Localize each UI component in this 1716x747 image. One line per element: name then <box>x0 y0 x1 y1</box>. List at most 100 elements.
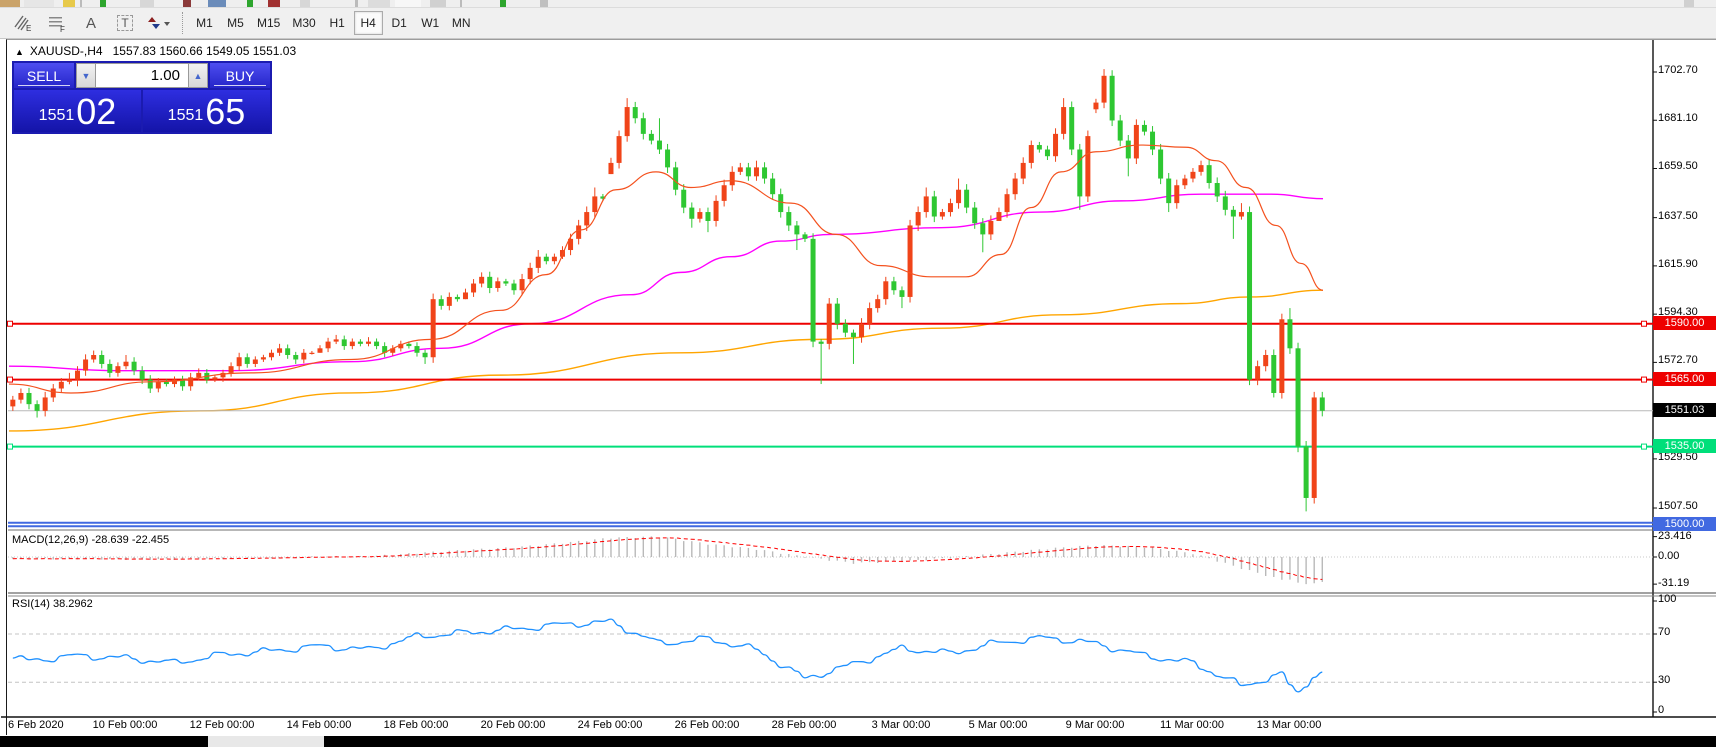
chart-window[interactable]: ▲ XAUUSD-,H4 1557.83 1560.66 1549.05 1551… <box>6 39 1716 735</box>
candle-body <box>916 212 921 225</box>
price-axis-tick: 1572.70 <box>1658 354 1698 366</box>
candle-body <box>714 201 719 221</box>
candle-body <box>811 239 816 342</box>
candle-body <box>705 212 710 221</box>
hline-drag-handle[interactable] <box>1642 321 1647 326</box>
candle-body <box>1166 179 1171 204</box>
candle-body <box>1239 212 1244 216</box>
price-badge: 1535.00 <box>1653 439 1716 453</box>
candle-body <box>261 357 266 359</box>
hline-drag-handle[interactable] <box>1642 377 1647 382</box>
candle-body <box>326 342 331 349</box>
candle-body <box>908 225 913 296</box>
one-click-trading-panel: SELL ▼ 1.00 ▲ BUY 1551 02 1551 65 <box>12 61 272 134</box>
candle-body <box>851 333 856 337</box>
candle-body <box>334 339 339 341</box>
buy-price-display[interactable]: 1551 65 <box>143 90 270 132</box>
candle-body <box>1134 125 1139 159</box>
time-axis-label: 12 Feb 00:00 <box>190 719 255 731</box>
hline-drag-handle[interactable] <box>8 444 13 449</box>
candle-body <box>301 353 306 360</box>
candle-body <box>770 179 775 195</box>
volume-decrease-button[interactable]: ▼ <box>76 63 96 88</box>
price-axis-tick: 1529.50 <box>1658 451 1698 463</box>
candle-body <box>956 190 961 203</box>
price-badge: 1551.03 <box>1653 403 1716 417</box>
rsi-axis-tick: 100 <box>1658 593 1676 605</box>
sell-price-display[interactable]: 1551 02 <box>14 90 141 132</box>
price-axis-tick: 1702.70 <box>1658 64 1698 76</box>
candle-body <box>455 297 460 299</box>
candle-body <box>1053 134 1058 156</box>
candle-body <box>1093 103 1098 110</box>
time-axis-label: 6 Feb 2020 <box>8 719 64 731</box>
candle-body <box>1263 355 1268 366</box>
candle-body <box>350 342 355 346</box>
candle-body <box>406 344 411 346</box>
candle-body <box>786 212 791 225</box>
candle-body <box>164 382 169 384</box>
buy-button[interactable]: BUY <box>210 63 270 88</box>
candle-body <box>1279 319 1284 393</box>
time-axis-label: 24 Feb 00:00 <box>578 719 643 731</box>
time-axis-label: 11 Mar 00:00 <box>1160 719 1224 731</box>
candle-body <box>625 107 630 136</box>
candle-body <box>1069 107 1074 149</box>
candle-body <box>1287 319 1292 348</box>
candle-body <box>1231 210 1236 217</box>
symbol-ohlc-text: XAUUSD-,H4 1557.83 1560.66 1549.05 1551.… <box>30 44 296 58</box>
sell-button[interactable]: SELL <box>14 63 74 88</box>
sell-price-big-digits: 02 <box>76 93 116 131</box>
candle-body <box>819 342 824 344</box>
candle-body <box>1296 348 1301 446</box>
candle-body <box>576 225 581 238</box>
time-axis-label: 14 Feb 00:00 <box>287 719 352 731</box>
candle-body <box>1110 76 1115 121</box>
hline-drag-handle[interactable] <box>8 321 13 326</box>
status-bar-segment <box>208 736 324 747</box>
hline-drag-handle[interactable] <box>8 377 13 382</box>
candle-body <box>1304 447 1309 498</box>
time-axis-label: 28 Feb 00:00 <box>772 719 837 731</box>
candle-body <box>91 355 96 359</box>
candle-body <box>867 308 872 324</box>
buy-price-small-digits: 1551 <box>168 101 204 131</box>
candle-body <box>1223 196 1228 209</box>
candle-body <box>495 281 500 288</box>
candle-body <box>722 185 727 201</box>
time-axis-label: 9 Mar 00:00 <box>1066 719 1125 731</box>
candle-body <box>439 299 444 306</box>
candle-body <box>1207 165 1212 183</box>
volume-increase-button[interactable]: ▲ <box>188 63 208 88</box>
hline-drag-handle[interactable] <box>1642 444 1647 449</box>
rsi-axis-tick: 30 <box>1658 674 1670 686</box>
candle-body <box>43 397 48 410</box>
candle-body <box>988 221 993 234</box>
volume-input[interactable]: 1.00 <box>96 63 188 88</box>
candle-body <box>99 355 104 364</box>
candle-body <box>1320 397 1325 410</box>
candle-body <box>1102 76 1107 103</box>
candle-body <box>891 281 896 290</box>
collapse-triangle-icon[interactable]: ▲ <box>15 47 24 57</box>
candle-body <box>487 277 492 288</box>
candle-body <box>932 196 937 216</box>
candle-body <box>132 362 137 371</box>
time-axis-label: 5 Mar 00:00 <box>969 719 1028 731</box>
candle-body <box>608 163 613 174</box>
candle-body <box>1255 366 1260 379</box>
candle-body <box>972 208 977 224</box>
candle-body <box>447 297 452 306</box>
candle-body <box>802 234 807 238</box>
candle-body <box>584 212 589 225</box>
candle-body <box>1215 183 1220 196</box>
candle-body <box>689 208 694 219</box>
candle-body <box>778 194 783 212</box>
candle-body <box>358 342 363 344</box>
candle-body <box>1142 125 1147 132</box>
candle-body <box>996 212 1001 221</box>
candle-body <box>123 362 128 366</box>
candle-body <box>657 141 662 150</box>
candle-body <box>10 400 15 407</box>
candle-body <box>237 357 242 366</box>
